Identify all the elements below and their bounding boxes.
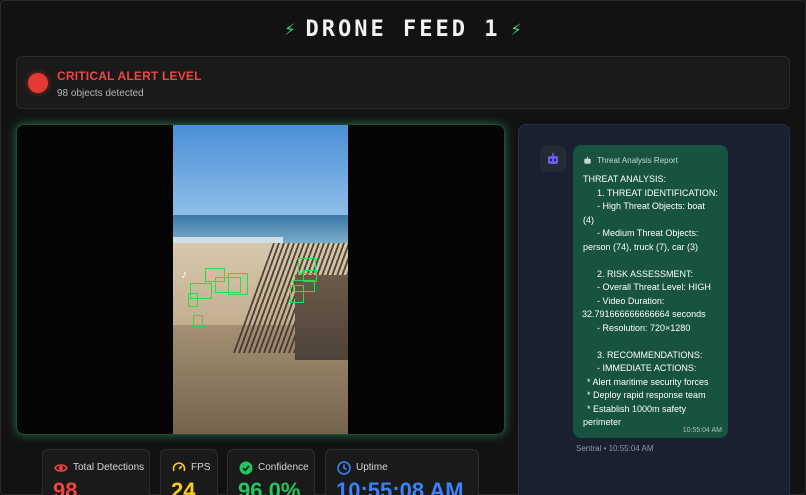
message-line: 3. RECOMMENDATIONS: [597,349,703,360]
message-line: - Overall Threat Level: HIGH [597,282,711,292]
message-line: perimeter [583,417,622,427]
stat-total-detections: Total Detections 98 [42,449,150,495]
message-timestamp: 10:55:04 AM [682,427,722,434]
alert-title: CRITICAL ALERT LEVEL [57,69,202,83]
alert-indicator-icon [28,73,48,93]
message-line: (4) [583,214,594,225]
message-bubble: Threat Analysis Report THREAT ANALYSIS: … [573,145,728,438]
stat-value: 24 [171,478,196,495]
message-line: - IMMEDIATE ACTIONS: [597,363,697,373]
message-header-label: Threat Analysis Report [597,156,678,165]
message-line: * Deploy rapid response team [587,390,706,400]
page-header: ⚡ DRONE FEED 1 ⚡ [0,14,806,44]
robot-icon [584,156,591,164]
message-line: - High Threat Objects: boat [597,201,705,211]
stat-label: Confidence [258,462,309,473]
video-sky [173,125,348,220]
lightning-right-icon: ⚡ [510,19,522,39]
robot-icon [548,153,558,164]
page-title: DRONE FEED 1 [305,16,501,42]
message-line: 1. THREAT IDENTIFICATION: [597,187,718,198]
app-watermark-icon: ♪ [181,267,187,281]
message-line: THREAT ANALYSIS: [583,174,667,184]
alert-subtitle: 98 objects detected [57,88,144,99]
stat-label: Total Detections [73,462,145,473]
detection-box [188,293,198,307]
message-line: - Medium Threat Objects: [597,228,699,238]
message-line: * Alert maritime security forces [587,376,709,387]
speedometer-icon [172,462,186,472]
stat-value: 96.0% [238,478,301,495]
check-badge-icon [239,461,253,475]
message-line: 32.791666666666664 seconds [582,309,706,319]
message-line: - Resolution: 720×1280 [597,322,691,333]
stat-confidence: Confidence 96.0% [227,449,315,495]
detection-box [228,273,248,295]
message-meta: Sentral • 10:55:04 AM [576,444,654,453]
detection-box [290,285,304,303]
message-line: person (74), truck (7), car (3) [583,241,699,252]
stat-label: Uptime [356,462,388,473]
chat-panel[interactable]: Threat Analysis Report THREAT ANALYSIS: … [518,124,790,495]
stat-value: 98 [53,478,78,495]
video-frame: ♪ [173,125,348,434]
stat-value: 10:55:08 AM [336,478,464,495]
detection-box [193,315,203,327]
eye-icon [54,464,68,472]
lightning-left-icon: ⚡ [284,19,296,39]
message-header: Threat Analysis Report [583,156,678,165]
message-line: * Establish 1000m safety [587,403,687,414]
stat-fps: FPS 24 [160,449,218,495]
clock-icon [337,461,351,475]
video-player[interactable]: ♪ [16,124,505,435]
alert-banner: CRITICAL ALERT LEVEL 98 objects detected [16,56,790,109]
message-line: 2. RISK ASSESSMENT: [597,268,694,279]
stat-label: FPS [191,462,211,473]
stat-uptime: Uptime 10:55:08 AM [325,449,479,495]
message-line: - Video Duration: [597,295,665,306]
bot-avatar [540,146,566,172]
